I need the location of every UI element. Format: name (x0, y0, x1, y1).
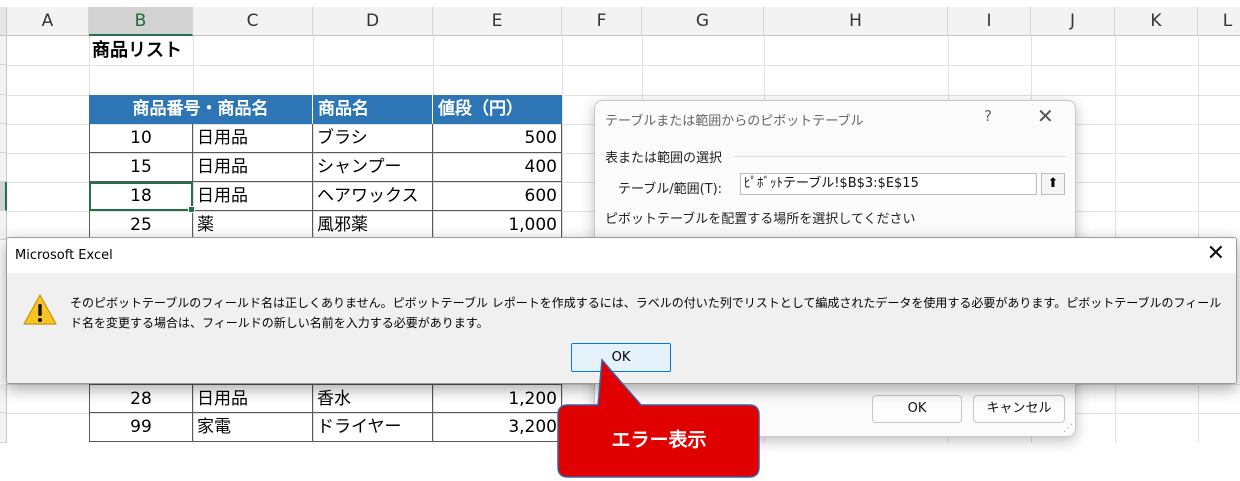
callout-label: エラー表示 (611, 429, 707, 451)
